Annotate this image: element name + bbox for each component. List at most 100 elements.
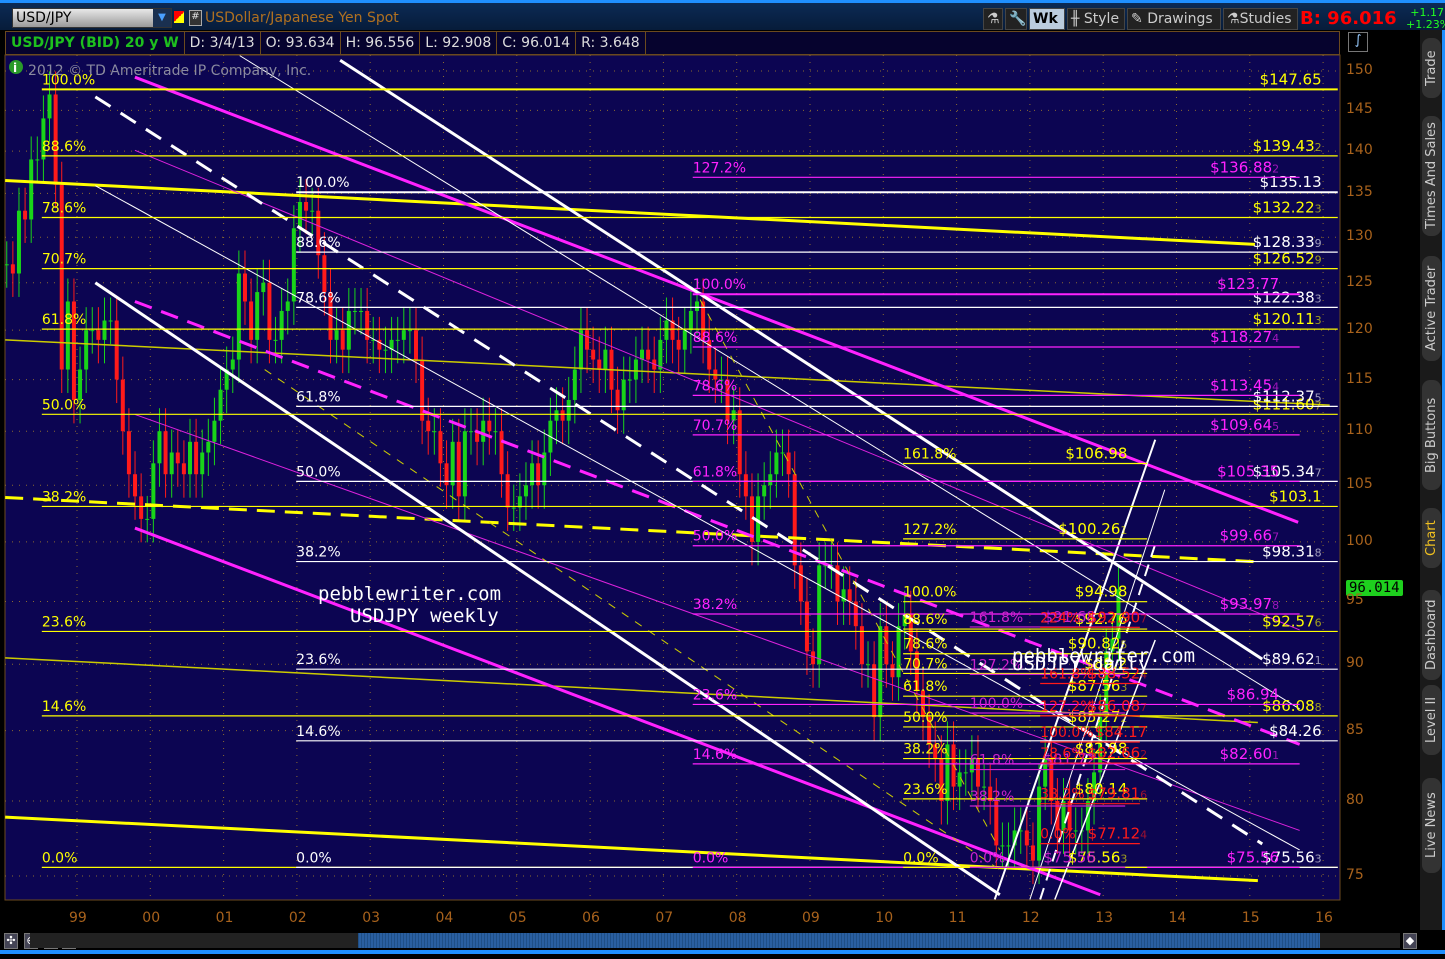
tab-live-news[interactable]: Live News [1422, 778, 1441, 873]
fib-price-label: $147.65 [1260, 70, 1322, 88]
side-tabs: Trade Times And Sales Active Trader Big But… [1420, 30, 1445, 930]
fib-price-label: $120.113 [1253, 310, 1322, 328]
candle-body [1000, 845, 1005, 847]
tab-dashboard[interactable]: Dashboard [1422, 590, 1441, 680]
price-suffix: 2 [1315, 141, 1322, 154]
candle-body [432, 431, 437, 433]
candle-body [615, 389, 620, 411]
candle-body [688, 310, 693, 331]
price-tick-label: 130 [1346, 228, 1373, 245]
candle-body [982, 786, 987, 788]
price-tick-label: 105 [1346, 476, 1373, 493]
fib-level-label: 224% [1040, 610, 1080, 626]
time-tick-label: 13 [1095, 910, 1114, 926]
candle-body [334, 330, 339, 340]
candle-body [285, 301, 290, 311]
fib-level-label: 88.6% [42, 139, 86, 155]
time-tick-label: 09 [802, 910, 820, 926]
price-suffix: 9 [1315, 254, 1322, 267]
watermark-line1: pebblewriter.com [318, 583, 501, 605]
fib-level-label: 100.0% [1040, 725, 1093, 741]
fib-price-label: $113.454 [1210, 376, 1279, 394]
candle-body [963, 772, 968, 774]
price-chart[interactable]: 100.0% $147.6588.6% $139.43278.6% $132.2237… [0, 0, 1445, 930]
price-suffix: 6 [1140, 789, 1147, 802]
candle-body [340, 330, 345, 350]
price-tick-label: 145 [1346, 101, 1373, 118]
fib-level-label: 38.2% [970, 789, 1014, 805]
fib-level-label: 14.6% [296, 724, 340, 740]
candle-body [297, 201, 302, 229]
info-icon-glyph: i [13, 61, 17, 75]
candle-body [310, 210, 315, 212]
price-suffix: 9 [1315, 237, 1322, 250]
candle-body [5, 264, 9, 266]
time-tick-label: 02 [288, 910, 307, 926]
candle-body [621, 379, 626, 411]
time-tick-label: 05 [508, 910, 527, 926]
fib-level-label: 100.0% [903, 585, 956, 601]
fib-price-label: $123.77 [1217, 275, 1279, 293]
price-suffix: 5 [1315, 391, 1322, 404]
fib-level-label: 0.0% [970, 850, 1006, 866]
candle-body [658, 339, 663, 370]
price-suffix: 4 [1272, 380, 1279, 393]
fib-price-label: $79.816 [1088, 785, 1148, 803]
price-suffix: 7 [1140, 612, 1147, 625]
fib-level-label: 78.6% [42, 201, 86, 217]
scrollbar-thumb[interactable] [358, 933, 1320, 948]
fib-level-label: 78.6% [296, 290, 340, 306]
fib-level-label: 70.7% [903, 656, 947, 672]
fib-price-label: $92.576 [1262, 612, 1322, 630]
candle-body [481, 420, 486, 442]
time-tick-label: 10 [875, 910, 894, 926]
expand-icon[interactable]: ◆ [1403, 933, 1417, 949]
candle-body [139, 496, 144, 519]
candle-body [890, 664, 895, 678]
candle-body [780, 452, 785, 454]
tab-level-ii[interactable]: Level II [1422, 685, 1441, 755]
tab-trade[interactable]: Trade [1422, 38, 1441, 98]
candle-body [304, 201, 309, 211]
price-tick-label: 100 [1346, 532, 1373, 549]
price-suffix: 7 [1315, 466, 1322, 479]
price-tick-label: 110 [1346, 422, 1373, 439]
divider [0, 950, 1445, 954]
price-tick-label: 140 [1346, 142, 1373, 159]
time-scrollbar[interactable] [30, 933, 1400, 948]
tab-big-buttons[interactable]: Big Buttons [1422, 380, 1441, 490]
tab-chart[interactable]: Chart [1422, 508, 1441, 568]
fib-level-label: 127.2% [1040, 699, 1093, 715]
fib-level-label: 127.2% [693, 160, 746, 176]
candle-body [133, 474, 138, 497]
fib-price-label: $136.882 [1210, 158, 1279, 176]
fib-level-label: 61.8% [970, 753, 1014, 769]
fib-price-label: $94.98 [1075, 583, 1128, 601]
price-suffix: 6 [1315, 616, 1322, 629]
candle-body [676, 339, 681, 350]
candle-body [694, 301, 699, 311]
tab-active-trader[interactable]: Active Trader [1422, 256, 1441, 361]
fib-level-label: 127.2% [903, 522, 956, 538]
price-suffix: 3 [1315, 292, 1322, 305]
candle-body [487, 420, 492, 432]
fib-level-label: 161.8% [903, 447, 956, 463]
candle-body [664, 320, 669, 340]
time-tick-label: 04 [435, 910, 454, 926]
fib-level-label: 100.0% [970, 696, 1023, 712]
time-tick-label: 08 [728, 910, 747, 926]
candle-body [212, 420, 217, 442]
candle-body [872, 664, 877, 718]
tab-times-and-sales[interactable]: Times And Sales [1422, 116, 1441, 236]
candle-body [737, 410, 742, 475]
time-tick-label: 99 [69, 910, 87, 926]
candle-body [566, 399, 571, 421]
price-tick-label: 120 [1346, 321, 1373, 338]
price-suffix: 1 [1315, 654, 1322, 667]
fib-price-label: $93.978 [1220, 595, 1280, 613]
candle-body [682, 330, 687, 350]
candle-body [236, 273, 241, 360]
pan-icon[interactable]: ✣ [4, 933, 18, 949]
candle-body [1006, 845, 1011, 847]
fib-level-label: 50.0% [42, 397, 86, 413]
